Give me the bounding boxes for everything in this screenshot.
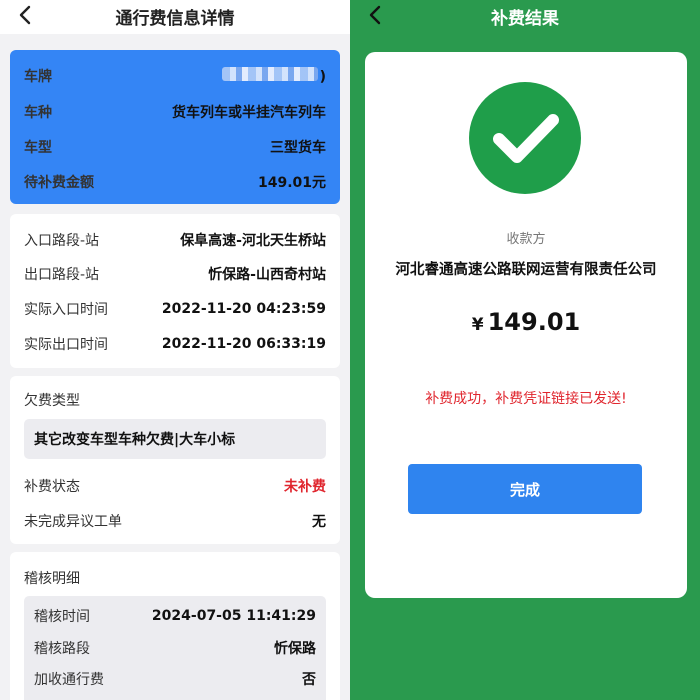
vehicle-type-value: 三型货车	[270, 140, 326, 156]
exit-station-label: 出口路段-站	[24, 267, 100, 283]
payment-result-screen: 补费结果 收款方 河北睿通高速公路联网运营有限责任公司 ¥149.01 补费成功…	[350, 0, 700, 700]
audit-time-row: 稽核时间 2024-07-05 11:41:29	[34, 606, 316, 626]
success-message: 补费成功，补费凭证链接已发送!	[425, 391, 627, 407]
paid-amount: ¥149.01	[365, 308, 687, 336]
exit-station-value: 忻保路-山西奇村站	[208, 267, 326, 283]
currency-symbol: ¥	[471, 315, 484, 335]
debt-type-label: 欠费类型	[24, 393, 80, 409]
payment-status-row: 补费状态 未补费	[24, 476, 326, 496]
vehicle-class-value: 货车列车或半挂汽车列车	[172, 105, 326, 121]
exit-time-row: 实际出口时间 2022-11-20 06:33:19	[24, 334, 326, 354]
toll-detail-screen: 通行费信息详情 车牌 ) 车种 货车列车或半挂汽车列车 车型 三型货车 待补费金…	[0, 0, 350, 700]
route-info-card: 入口路段-站 保阜高速-河北天生桥站 出口路段-站 忻保路-山西奇村站 实际入口…	[10, 214, 340, 368]
plate-row: 车牌 )	[24, 66, 326, 86]
debt-type-value: 其它改变车型车种欠费|大车小标	[24, 419, 326, 459]
nav-bar: 通行费信息详情	[0, 0, 350, 34]
entry-station-value: 保阜高速-河北天生桥站	[180, 233, 326, 249]
entry-time-value: 2022-11-20 04:23:59	[161, 301, 326, 317]
vehicle-class-label: 车种	[24, 105, 52, 121]
amount-due-value: 149.01元	[257, 175, 326, 191]
audit-box: 稽核时间 2024-07-05 11:41:29 稽核路段 忻保路 加收通行费 …	[24, 596, 326, 700]
plate-label: 车牌	[24, 69, 52, 85]
page-title: 补费结果	[491, 9, 559, 29]
surcharge-value: 否	[302, 672, 316, 688]
vehicle-type-label: 车型	[24, 140, 52, 156]
exit-time-value: 2022-11-20 06:33:19	[161, 336, 326, 352]
result-card: 收款方 河北睿通高速公路联网运营有限责任公司 ¥149.01 补费成功，补费凭证…	[365, 52, 687, 598]
dispute-ticket-label: 未完成异议工单	[24, 514, 122, 530]
payee-name: 河北睿通高速公路联网运营有限责任公司	[395, 262, 657, 278]
vehicle-info-card: 车牌 ) 车种 货车列车或半挂汽车列车 车型 三型货车 待补费金额 149.01…	[10, 50, 340, 204]
dispute-ticket-value: 无	[312, 514, 326, 530]
entry-station-row: 入口路段-站 保阜高速-河北天生桥站	[24, 230, 326, 250]
amount-due-label: 待补费金额	[24, 175, 94, 191]
audit-title: 稽核明细	[24, 571, 80, 587]
blurred-plate	[221, 67, 318, 81]
exit-time-label: 实际出口时间	[24, 337, 108, 353]
surcharge-row: 加收通行费 否	[34, 669, 316, 689]
audit-detail-card: 稽核明细 稽核时间 2024-07-05 11:41:29 稽核路段 忻保路 加…	[10, 552, 340, 700]
audit-time-label: 稽核时间	[34, 609, 90, 625]
audit-section-label: 稽核路段	[34, 641, 90, 657]
audit-section-row: 稽核路段 忻保路	[34, 638, 316, 658]
entry-time-label: 实际入口时间	[24, 302, 108, 318]
payment-status-label: 补费状态	[24, 479, 80, 495]
debt-info-card: 欠费类型 其它改变车型车种欠费|大车小标 补费状态 未补费 未完成异议工单 无	[10, 376, 340, 544]
page-title: 通行费信息详情	[115, 9, 235, 29]
plate-suffix: )	[319, 69, 326, 85]
vehicle-class-row: 车种 货车列车或半挂汽车列车	[24, 102, 326, 122]
exit-station-row: 出口路段-站 忻保路-山西奇村站	[24, 264, 326, 284]
amount-value: 149.01	[487, 308, 581, 336]
vehicle-type-row: 车型 三型货车	[24, 137, 326, 157]
surcharge-label: 加收通行费	[34, 672, 104, 688]
entry-station-label: 入口路段-站	[24, 233, 100, 249]
audit-section-value: 忻保路	[274, 641, 316, 657]
done-button[interactable]: 完成	[408, 464, 642, 514]
payment-status-value: 未补费	[284, 479, 326, 495]
check-circle-icon	[469, 82, 581, 194]
dispute-ticket-row: 未完成异议工单 无	[24, 511, 326, 531]
amount-due-row: 待补费金额 149.01元	[24, 172, 326, 192]
plate-value: )	[221, 67, 326, 85]
entry-time-row: 实际入口时间 2022-11-20 04:23:59	[24, 299, 326, 319]
checkmark-icon	[493, 114, 559, 163]
audit-time-value: 2024-07-05 11:41:29	[151, 608, 316, 624]
payee-label: 收款方	[506, 232, 546, 247]
